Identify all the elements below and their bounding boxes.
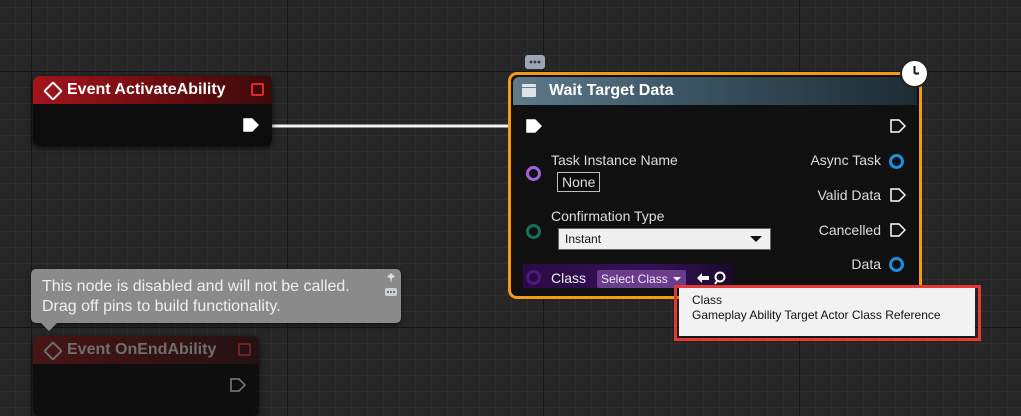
cancelled-exec-pin-icon[interactable] bbox=[890, 223, 906, 237]
valid-data-exec-pin-icon[interactable] bbox=[890, 188, 906, 202]
exec-then-pin-icon[interactable] bbox=[890, 119, 906, 133]
event-activate-ability-header[interactable]: Event ActivateAbility bbox=[33, 76, 272, 104]
delegate-pin-icon[interactable] bbox=[238, 343, 251, 356]
exec-output-pin-icon[interactable] bbox=[230, 378, 246, 392]
pin-comment-icon[interactable] bbox=[385, 272, 397, 284]
event-diamond-icon bbox=[43, 81, 63, 101]
delegate-pin-icon[interactable] bbox=[251, 83, 264, 96]
confirmation-type-dropdown[interactable]: Instant bbox=[558, 228, 771, 250]
async-task-label: Async Task bbox=[810, 152, 881, 168]
comment-line-2: Drag off pins to build functionality. bbox=[42, 298, 281, 315]
async-task-pin-icon[interactable] bbox=[889, 154, 904, 169]
task-instance-name-pin-icon[interactable] bbox=[526, 166, 541, 181]
confirmation-type-label: Confirmation Type bbox=[551, 208, 665, 224]
latent-clock-icon bbox=[900, 59, 929, 88]
confirmation-type-pin-icon[interactable] bbox=[526, 224, 541, 239]
wait-target-data-header[interactable]: Wait Target Data bbox=[513, 77, 917, 105]
event-activate-ability-node[interactable]: Event ActivateAbility bbox=[33, 76, 272, 146]
tooltip-highlight-box bbox=[674, 285, 981, 341]
event-activate-ability-title: Event ActivateAbility bbox=[67, 81, 226, 98]
class-label: Class bbox=[551, 270, 587, 286]
exec-input-pin-icon[interactable] bbox=[526, 119, 542, 133]
disabled-node-comment: This node is disabled and will not be ca… bbox=[31, 269, 401, 331]
task-icon bbox=[522, 84, 536, 97]
event-diamond-icon bbox=[43, 341, 63, 361]
node-comment-bubble-icon[interactable] bbox=[525, 55, 545, 69]
browse-search-icon[interactable] bbox=[713, 271, 727, 285]
data-pin-icon[interactable] bbox=[889, 257, 904, 272]
confirmation-type-value: Instant bbox=[565, 232, 602, 246]
task-instance-name-field[interactable]: None bbox=[557, 172, 601, 192]
comment-bubble-icon[interactable] bbox=[385, 288, 397, 298]
class-pin-icon[interactable] bbox=[526, 270, 541, 285]
data-label: Data bbox=[851, 256, 881, 272]
chevron-down-icon bbox=[672, 277, 681, 281]
task-instance-name-label: Task Instance Name bbox=[551, 152, 678, 168]
cancelled-label: Cancelled bbox=[818, 222, 881, 238]
event-on-end-ability-node[interactable]: Event OnEndAbility bbox=[33, 336, 259, 416]
wait-target-data-title: Wait Target Data bbox=[549, 82, 674, 99]
event-on-end-ability-header[interactable]: Event OnEndAbility bbox=[33, 336, 259, 364]
wait-target-data-node[interactable]: Wait Target Data Task Instance Name None… bbox=[508, 72, 922, 299]
use-selected-asset-icon[interactable] bbox=[696, 272, 710, 284]
comment-line-1: This node is disabled and will not be ca… bbox=[42, 278, 350, 295]
valid-data-label: Valid Data bbox=[817, 187, 881, 203]
chevron-down-icon bbox=[750, 236, 762, 242]
class-select-value: Select Class bbox=[601, 272, 668, 286]
exec-output-pin-icon[interactable] bbox=[243, 118, 259, 132]
event-on-end-ability-title: Event OnEndAbility bbox=[67, 341, 217, 358]
class-select-dropdown[interactable]: Select Class bbox=[597, 270, 686, 288]
